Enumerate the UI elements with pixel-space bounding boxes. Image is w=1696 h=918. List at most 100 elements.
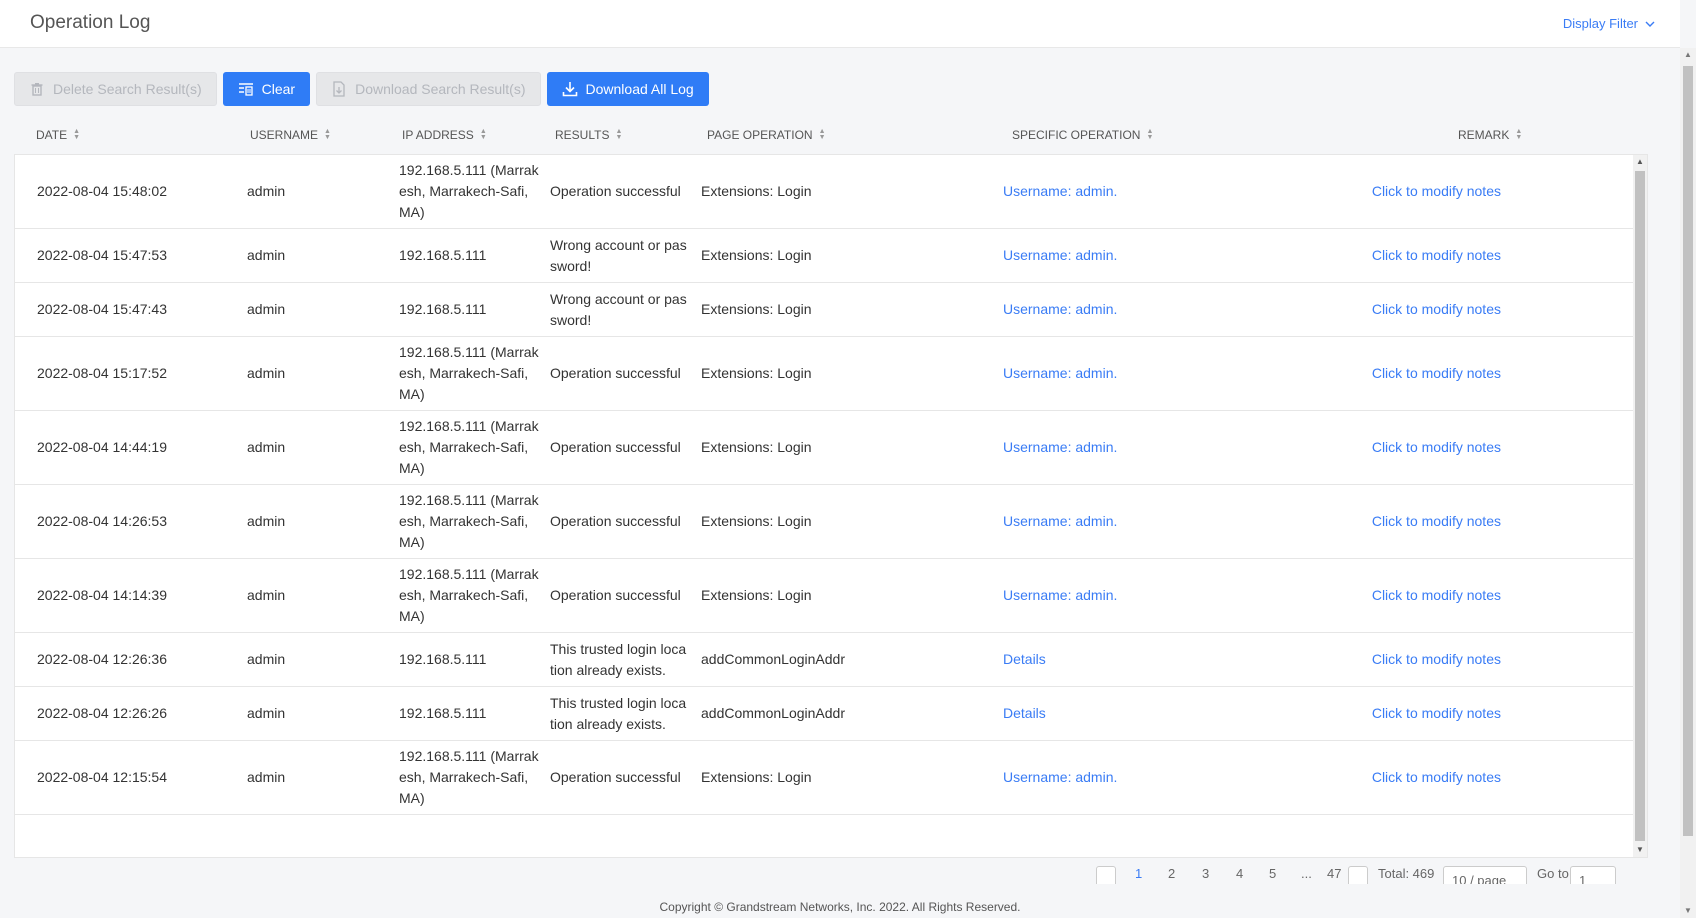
- display-filter-label: Display Filter: [1562, 16, 1638, 31]
- date-cell: 2022-08-04 15:48:02: [37, 183, 167, 199]
- table-scrollbar-thumb[interactable]: [1635, 171, 1645, 841]
- date-cell: 2022-08-04 12:26:36: [37, 651, 167, 667]
- remark-link[interactable]: Click to modify notes: [1315, 229, 1501, 282]
- date-cell: 2022-08-04 15:47:43: [37, 301, 167, 317]
- sort-icon: ▲ ▼: [615, 128, 623, 141]
- file-download-icon: [333, 81, 345, 97]
- specific-operation-link[interactable]: Details: [1003, 633, 1303, 686]
- column-header-page-operation-label: PAGE OPERATION: [707, 128, 813, 142]
- specific-operation-link[interactable]: Username: admin.: [1003, 559, 1303, 632]
- specific-operation-link[interactable]: Details: [1003, 687, 1303, 740]
- page-2[interactable]: 2: [1168, 866, 1175, 881]
- username-cell: admin: [247, 247, 286, 263]
- scroll-down-arrow-icon[interactable]: ▼: [1680, 904, 1696, 918]
- next-page-button[interactable]: [1348, 866, 1368, 884]
- table-row: 2022-08-04 14:14:39 admin 192.168.5.111 (M…: [15, 559, 1647, 633]
- ip-address-cell: 192.168.5.111: [399, 651, 487, 667]
- page-operation-cell: Extensions: Login: [701, 183, 812, 199]
- ip-address-cell: 192.168.5.111 (Marrakesh, Marrakech-Safi…: [399, 162, 539, 220]
- date-cell: 2022-08-04 14:44:19: [37, 439, 167, 455]
- result-cell: This trusted login location already exis…: [550, 640, 687, 678]
- date-cell: 2022-08-04 14:26:53: [37, 513, 167, 529]
- download-all-log-button[interactable]: Download All Log: [546, 72, 709, 106]
- page-3[interactable]: 3: [1202, 866, 1209, 881]
- page-scrollbar[interactable]: ▲ ▼: [1680, 48, 1696, 918]
- sort-icon: ▲ ▼: [1515, 128, 1523, 141]
- remark-link[interactable]: Click to modify notes: [1315, 283, 1501, 336]
- clear-list-icon: [238, 83, 253, 96]
- page-operation-cell: Extensions: Login: [701, 247, 812, 263]
- page-1[interactable]: 1: [1135, 866, 1142, 881]
- ip-address-cell: 192.168.5.111 (Marrakesh, Marrakech-Safi…: [399, 344, 539, 402]
- username-cell: admin: [247, 183, 286, 199]
- specific-operation-link[interactable]: Username: admin.: [1003, 155, 1303, 228]
- scroll-up-arrow-icon[interactable]: ▲: [1680, 48, 1696, 62]
- page-5[interactable]: 5: [1269, 866, 1276, 881]
- toolbar: Delete Search Result(s) Clear Download S…: [14, 72, 709, 106]
- ip-address-cell: 192.168.5.111: [399, 247, 487, 263]
- table-header: DATE ▲ ▼ USERNAME ▲ ▼ IP ADDRESS ▲ ▼ RESULTS ▲ ▼…: [14, 118, 1648, 154]
- sort-icon: ▲ ▼: [1146, 128, 1154, 141]
- table-row: 2022-08-04 14:44:19 admin 192.168.5.111 (M…: [15, 411, 1647, 485]
- column-header-username[interactable]: USERNAME ▲ ▼: [250, 128, 331, 142]
- page-size-select[interactable]: 10 / page: [1443, 866, 1527, 884]
- page-4[interactable]: 4: [1236, 866, 1243, 881]
- page-operation-cell: Extensions: Login: [701, 769, 812, 785]
- result-cell: Operation successful: [550, 365, 681, 381]
- specific-operation-link[interactable]: Username: admin.: [1003, 229, 1303, 282]
- result-cell: Operation successful: [550, 587, 681, 603]
- remark-link[interactable]: Click to modify notes: [1315, 155, 1501, 228]
- display-filter-toggle[interactable]: Display Filter: [1563, 16, 1656, 31]
- clear-button[interactable]: Clear: [222, 72, 311, 106]
- total-count: Total: 469: [1378, 866, 1435, 881]
- specific-operation-link[interactable]: Username: admin.: [1003, 337, 1303, 410]
- date-cell: 2022-08-04 14:14:39: [37, 587, 167, 603]
- column-header-ip-address[interactable]: IP ADDRESS ▲ ▼: [402, 128, 487, 142]
- page-47[interactable]: 47: [1327, 866, 1341, 881]
- date-cell: 2022-08-04 15:47:53: [37, 247, 167, 263]
- remark-link[interactable]: Click to modify notes: [1315, 485, 1501, 558]
- download-search-results-label: Download Search Result(s): [355, 81, 526, 97]
- column-header-date[interactable]: DATE ▲ ▼: [36, 128, 80, 142]
- ip-address-cell: 192.168.5.111 (Marrakesh, Marrakech-Safi…: [399, 566, 539, 624]
- page-operation-cell: addCommonLoginAddr: [701, 705, 845, 721]
- column-header-date-label: DATE: [36, 128, 68, 142]
- username-cell: admin: [247, 587, 286, 603]
- column-header-remark[interactable]: REMARK ▲ ▼: [1458, 128, 1522, 142]
- table-scroll-up-icon[interactable]: ▲: [1633, 155, 1647, 169]
- sort-icon: ▲ ▼: [73, 128, 81, 141]
- table-scrollbar[interactable]: ▲ ▼: [1633, 155, 1647, 857]
- remark-link[interactable]: Click to modify notes: [1315, 411, 1501, 484]
- column-header-username-label: USERNAME: [250, 128, 319, 142]
- result-cell: Wrong account or password!: [550, 290, 687, 328]
- remark-link[interactable]: Click to modify notes: [1315, 559, 1501, 632]
- remark-link[interactable]: Click to modify notes: [1315, 633, 1501, 686]
- remark-link[interactable]: Click to modify notes: [1315, 337, 1501, 410]
- page-ellipsis[interactable]: ...: [1301, 866, 1312, 881]
- remark-link[interactable]: Click to modify notes: [1315, 741, 1501, 814]
- specific-operation-link[interactable]: Username: admin.: [1003, 283, 1303, 336]
- page-operation-cell: Extensions: Login: [701, 513, 812, 529]
- column-header-results[interactable]: RESULTS ▲ ▼: [555, 128, 622, 142]
- table-row: 2022-08-04 15:48:02 admin 192.168.5.111 (M…: [15, 155, 1647, 229]
- specific-operation-link[interactable]: Username: admin.: [1003, 741, 1303, 814]
- ip-address-cell: 192.168.5.111 (Marrakesh, Marrakech-Safi…: [399, 492, 539, 550]
- trash-icon: [31, 83, 43, 96]
- clear-label: Clear: [261, 81, 296, 97]
- username-cell: admin: [247, 705, 286, 721]
- date-cell: 2022-08-04 15:17:52: [37, 365, 167, 381]
- goto-page-input[interactable]: 1: [1570, 866, 1616, 884]
- table-scroll-down-icon[interactable]: ▼: [1633, 843, 1647, 857]
- result-cell: Wrong account or password!: [550, 236, 687, 274]
- specific-operation-link[interactable]: Username: admin.: [1003, 411, 1303, 484]
- prev-page-button[interactable]: [1096, 866, 1116, 884]
- download-search-results-button[interactable]: Download Search Result(s): [316, 72, 541, 106]
- delete-search-results-button[interactable]: Delete Search Result(s): [14, 72, 217, 106]
- page-scrollbar-thumb[interactable]: [1683, 66, 1693, 836]
- specific-operation-link[interactable]: Username: admin.: [1003, 485, 1303, 558]
- column-header-specific-operation[interactable]: SPECIFIC OPERATION ▲ ▼: [1012, 128, 1153, 142]
- result-cell: Operation successful: [550, 769, 681, 785]
- remark-link[interactable]: Click to modify notes: [1315, 687, 1501, 740]
- column-header-page-operation[interactable]: PAGE OPERATION ▲ ▼: [707, 128, 826, 142]
- sort-icon: ▲ ▼: [324, 128, 331, 141]
